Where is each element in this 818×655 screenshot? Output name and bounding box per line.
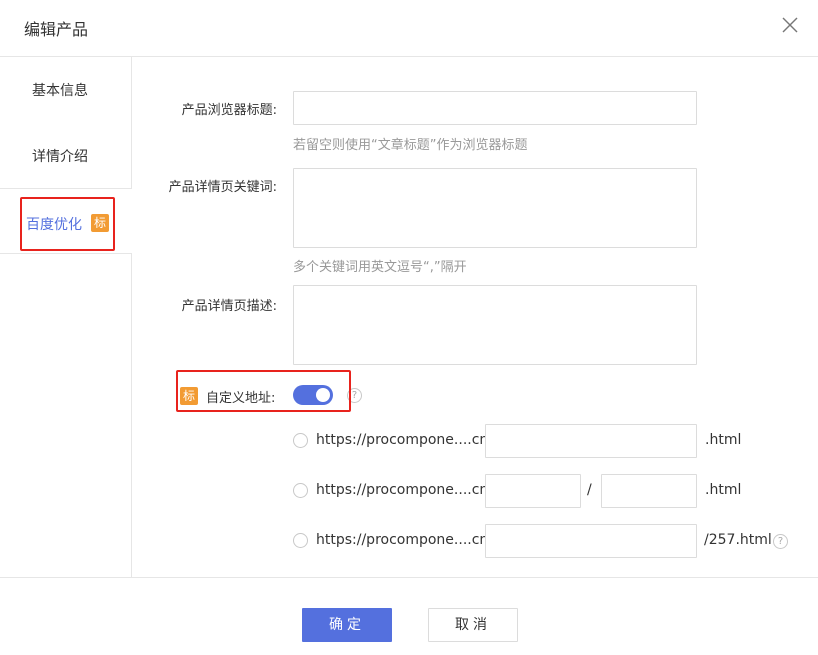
sidebar-item-basic-info[interactable]: 基本信息 <box>0 57 131 123</box>
sidebar-item-label: 百度优化 <box>26 217 82 233</box>
custom-url-label: 自定义地址: <box>206 391 276 406</box>
url-option-2-input-b[interactable] <box>601 474 697 508</box>
keywords-textarea[interactable] <box>293 168 697 248</box>
confirm-button[interactable]: 确定 <box>302 608 392 642</box>
keywords-label: 产品详情页关键词: <box>168 180 277 195</box>
url-suffix: /257.html <box>704 532 772 548</box>
url-separator: / <box>587 482 592 498</box>
sidebar-item-details[interactable]: 详情介绍 <box>0 123 131 189</box>
url-option-3-input[interactable] <box>485 524 697 558</box>
sidebar-item-baidu-seo[interactable]: 百度优化 标 <box>0 188 132 254</box>
browser-title-label: 产品浏览器标题: <box>181 103 277 118</box>
sidebar: 基本信息 详情介绍 百度优化 标 <box>0 57 132 577</box>
url-suffix: .html <box>705 482 742 498</box>
dialog-title: 编辑产品 <box>24 20 89 39</box>
custom-url-toggle[interactable] <box>293 385 333 405</box>
url-option-1-input[interactable] <box>485 424 697 458</box>
close-icon[interactable] <box>779 14 801 36</box>
url-prefix: https://procompone....cn/ <box>316 482 494 498</box>
cancel-button[interactable]: 取消 <box>428 608 518 642</box>
url-prefix: https://procompone....cn/ <box>316 432 494 448</box>
help-icon[interactable]: ? <box>347 388 362 403</box>
mark-badge: 标 <box>180 387 198 405</box>
toggle-knob <box>316 388 330 402</box>
keywords-hint: 多个关键词用英文逗号“,”隔开 <box>293 260 467 275</box>
description-label: 产品详情页描述: <box>181 299 277 314</box>
mark-badge: 标 <box>91 214 109 232</box>
dialog-footer: 确定 取消 <box>0 577 818 655</box>
browser-title-input[interactable] <box>293 91 697 125</box>
browser-title-hint: 若留空则使用“文章标题”作为浏览器标题 <box>293 138 528 153</box>
sidebar-item-label: 基本信息 <box>32 83 88 99</box>
url-option-radio-2[interactable] <box>293 483 308 498</box>
url-suffix: .html <box>705 432 742 448</box>
url-prefix: https://procompone....cn/ <box>316 532 494 548</box>
help-icon[interactable]: ? <box>773 534 788 549</box>
description-textarea[interactable] <box>293 285 697 365</box>
url-option-2-input-a[interactable] <box>485 474 581 508</box>
edit-product-dialog: 编辑产品 基本信息 详情介绍 百度优化 标 产品浏览器标题: 若留空则使用“文章… <box>0 0 818 655</box>
sidebar-item-label: 详情介绍 <box>32 149 88 165</box>
dialog-header: 编辑产品 <box>0 0 818 57</box>
url-option-radio-1[interactable] <box>293 433 308 448</box>
url-option-radio-3[interactable] <box>293 533 308 548</box>
